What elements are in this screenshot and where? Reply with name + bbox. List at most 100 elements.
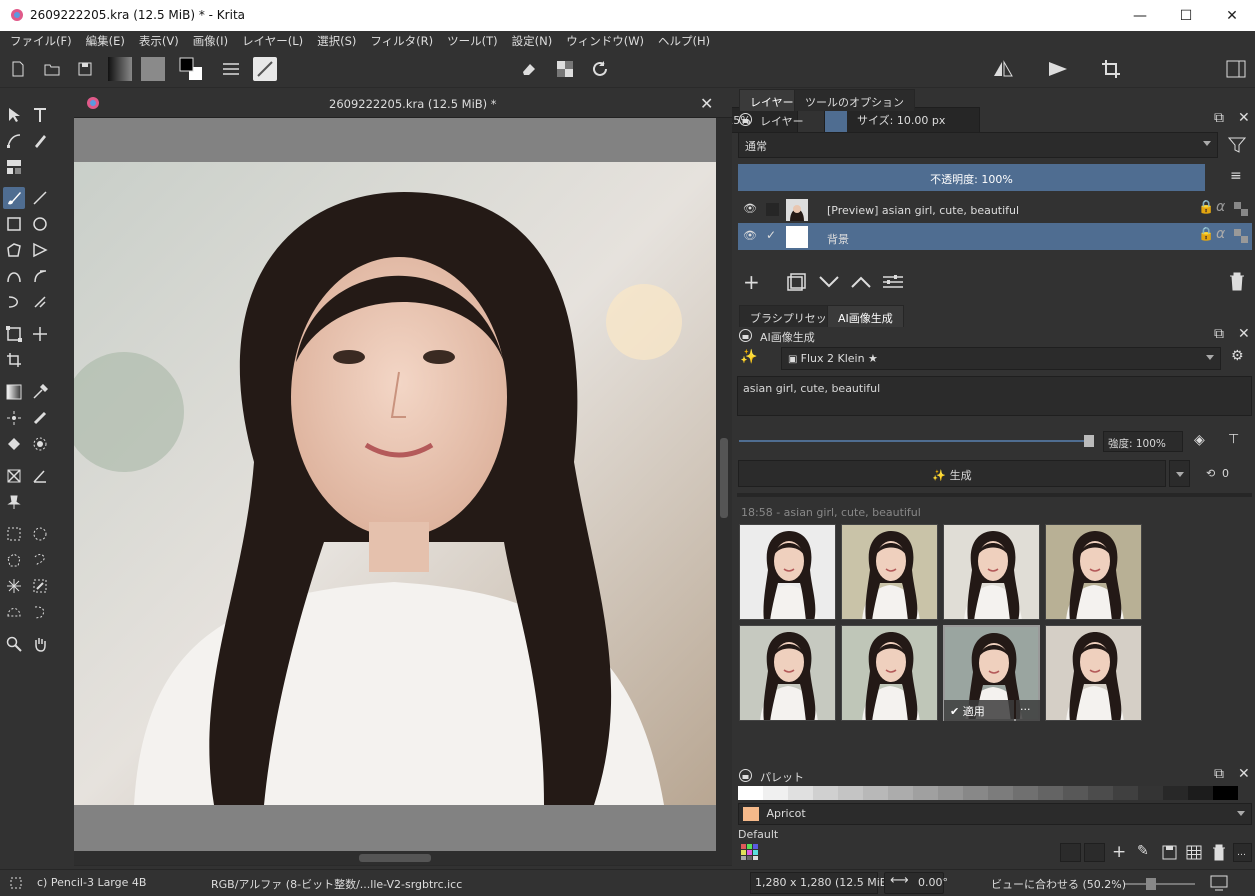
alpha-icon[interactable]: α (1216, 199, 1225, 215)
delete-swatch-icon[interactable] (1212, 844, 1226, 861)
menu-file[interactable]: ファイル(F) (10, 33, 72, 49)
alpha-lock-icon[interactable] (553, 57, 577, 81)
contiguous-select-tool-icon[interactable] (3, 575, 25, 597)
generated-image-thumbnail[interactable] (841, 524, 938, 620)
palette-fg-swatch[interactable] (1084, 843, 1105, 862)
add-swatch-icon[interactable]: + (1112, 842, 1126, 862)
generate-button[interactable]: ✨ 生成 (738, 460, 1166, 487)
delete-layer-icon[interactable] (1229, 272, 1245, 291)
brush-preset-icon[interactable] (253, 57, 277, 81)
wrap-around-icon[interactable] (1099, 57, 1123, 81)
layer-row[interactable]: 👁 ✓ 背景 🔒 α (738, 223, 1252, 250)
generated-image-thumbnail[interactable] (1045, 625, 1142, 721)
pan-tool-icon[interactable] (29, 633, 51, 655)
polygon-tool-icon[interactable] (3, 239, 25, 261)
brush-name[interactable]: c) Pencil-3 Large 4B (37, 876, 146, 889)
close-document-icon[interactable]: ✕ (700, 94, 713, 113)
float-docker-icon[interactable]: ⧉ (1214, 110, 1224, 126)
generated-image-thumbnail[interactable] (739, 524, 836, 620)
magnetic-select-tool-icon[interactable] (29, 601, 51, 623)
move-tool-icon[interactable] (29, 323, 51, 345)
freehand-select-tool-icon[interactable] (29, 549, 51, 571)
palette-bg-swatch[interactable] (1060, 843, 1081, 862)
horizontal-scroll-thumb[interactable] (359, 854, 431, 862)
colorize-mask-tool-icon[interactable] (29, 407, 51, 429)
palette-swatch[interactable] (1213, 786, 1238, 800)
eraser-icon[interactable] (517, 57, 541, 81)
palette-swatch[interactable] (1038, 786, 1063, 800)
horizontal-scrollbar[interactable] (74, 851, 732, 865)
vertical-scrollbar[interactable] (716, 118, 732, 851)
toggle-dockers-icon[interactable] (1224, 57, 1248, 81)
model-select[interactable]: ▣ Flux 2 Klein ★ (781, 347, 1221, 370)
crop-tool-icon[interactable] (3, 349, 25, 371)
fullscreen-icon[interactable] (1210, 875, 1228, 891)
palette-swatch[interactable] (788, 786, 813, 800)
layer-lock-icon[interactable]: 🔒 (1198, 227, 1214, 242)
layer-row[interactable]: 👁 [Preview] asian girl, cute, beautiful … (738, 196, 1252, 223)
generate-options-dropdown[interactable] (1169, 460, 1190, 487)
maximize-button[interactable]: ☐ (1163, 0, 1209, 31)
enclose-fill-tool-icon[interactable] (29, 433, 51, 455)
ellipse-select-tool-icon[interactable] (29, 523, 51, 545)
eye-icon[interactable]: 👁 (743, 229, 757, 242)
float-palette-docker-icon[interactable]: ⧉ (1214, 766, 1224, 782)
palette-swatch[interactable] (963, 786, 988, 800)
control-layer-icon[interactable]: ◈ (1194, 432, 1205, 448)
layer-menu-icon[interactable]: ≡ (1230, 168, 1242, 184)
line-tool-icon[interactable] (29, 187, 51, 209)
lock-palette-docker-icon[interactable] (739, 769, 752, 782)
palette-swatch[interactable] (1163, 786, 1188, 800)
palette-more-button[interactable]: … (1233, 843, 1252, 862)
more-options-button[interactable]: ··· (1016, 700, 1040, 721)
palette-grid-icon[interactable] (741, 844, 758, 860)
region-icon[interactable]: ⊤ (1228, 432, 1239, 447)
layer-blend-mode-select[interactable]: 通常 (738, 132, 1218, 158)
move-layer-up-icon[interactable] (850, 275, 872, 289)
tab-tool-options[interactable]: ツールのオプション (794, 89, 915, 111)
generated-image-thumbnail[interactable] (739, 625, 836, 721)
inherit-alpha-icon[interactable] (1234, 202, 1248, 216)
tab-ai-image-generation[interactable]: AI画像生成 (827, 305, 904, 327)
palette-swatch[interactable] (738, 786, 763, 800)
multibrush-tool-icon[interactable] (29, 291, 51, 313)
palette-swatch[interactable] (1013, 786, 1038, 800)
close-window-button[interactable]: ✕ (1209, 0, 1255, 31)
menu-select[interactable]: 選択(S) (317, 33, 356, 49)
prompt-textarea[interactable]: asian girl, cute, beautiful (737, 376, 1252, 416)
apply-button[interactable]: ✔ 適用 (944, 700, 1014, 721)
menu-help[interactable]: ヘルプ(H) (658, 33, 710, 49)
menu-edit[interactable]: 編集(E) (86, 33, 125, 49)
palette-color-select[interactable]: Apricot (738, 803, 1252, 825)
palette-grid-view-icon[interactable] (1186, 845, 1202, 860)
gradient-tool-icon[interactable] (3, 381, 25, 403)
color-space[interactable]: RGB/アルファ (8-ビット整数/...lle-V2-srgbtrc.icc (211, 876, 462, 892)
new-document-icon[interactable] (6, 57, 30, 81)
fill-tool-icon[interactable] (3, 433, 25, 455)
generated-image-thumbnail[interactable] (1045, 524, 1142, 620)
freehand-path-tool-icon[interactable] (29, 265, 51, 287)
menu-window[interactable]: ウィンドウ(W) (566, 33, 644, 49)
zoom-slider[interactable] (1125, 883, 1195, 885)
mirror-vertical-icon[interactable] (1046, 57, 1070, 81)
ai-settings-icon[interactable]: ⚙ (1231, 348, 1244, 364)
brush-settings-icon[interactable] (219, 57, 243, 81)
strength-slider-handle[interactable] (1084, 435, 1094, 447)
calligraphy-tool-icon[interactable] (29, 130, 51, 152)
palette-swatch[interactable] (813, 786, 838, 800)
selection-mode-icon[interactable] (10, 877, 22, 889)
smart-patch-tool-icon[interactable] (3, 407, 25, 429)
layer-checkbox[interactable] (766, 203, 779, 216)
close-docker-icon[interactable]: ✕ (1238, 110, 1250, 126)
workspace-magic-icon[interactable]: ✨ (740, 349, 757, 365)
menu-settings[interactable]: 設定(N) (512, 33, 553, 49)
palette-swatch[interactable] (863, 786, 888, 800)
alpha-icon[interactable]: α (1216, 226, 1225, 242)
edit-swatch-icon[interactable]: ✎ (1137, 843, 1149, 859)
gradient-fill-tool-icon[interactable] (3, 156, 25, 178)
minimize-button[interactable]: — (1117, 0, 1163, 31)
palette-swatch[interactable] (913, 786, 938, 800)
text-tool-icon[interactable] (29, 104, 51, 126)
palette-swatch[interactable] (1113, 786, 1138, 800)
mirror-horizontal-icon[interactable] (991, 57, 1015, 81)
